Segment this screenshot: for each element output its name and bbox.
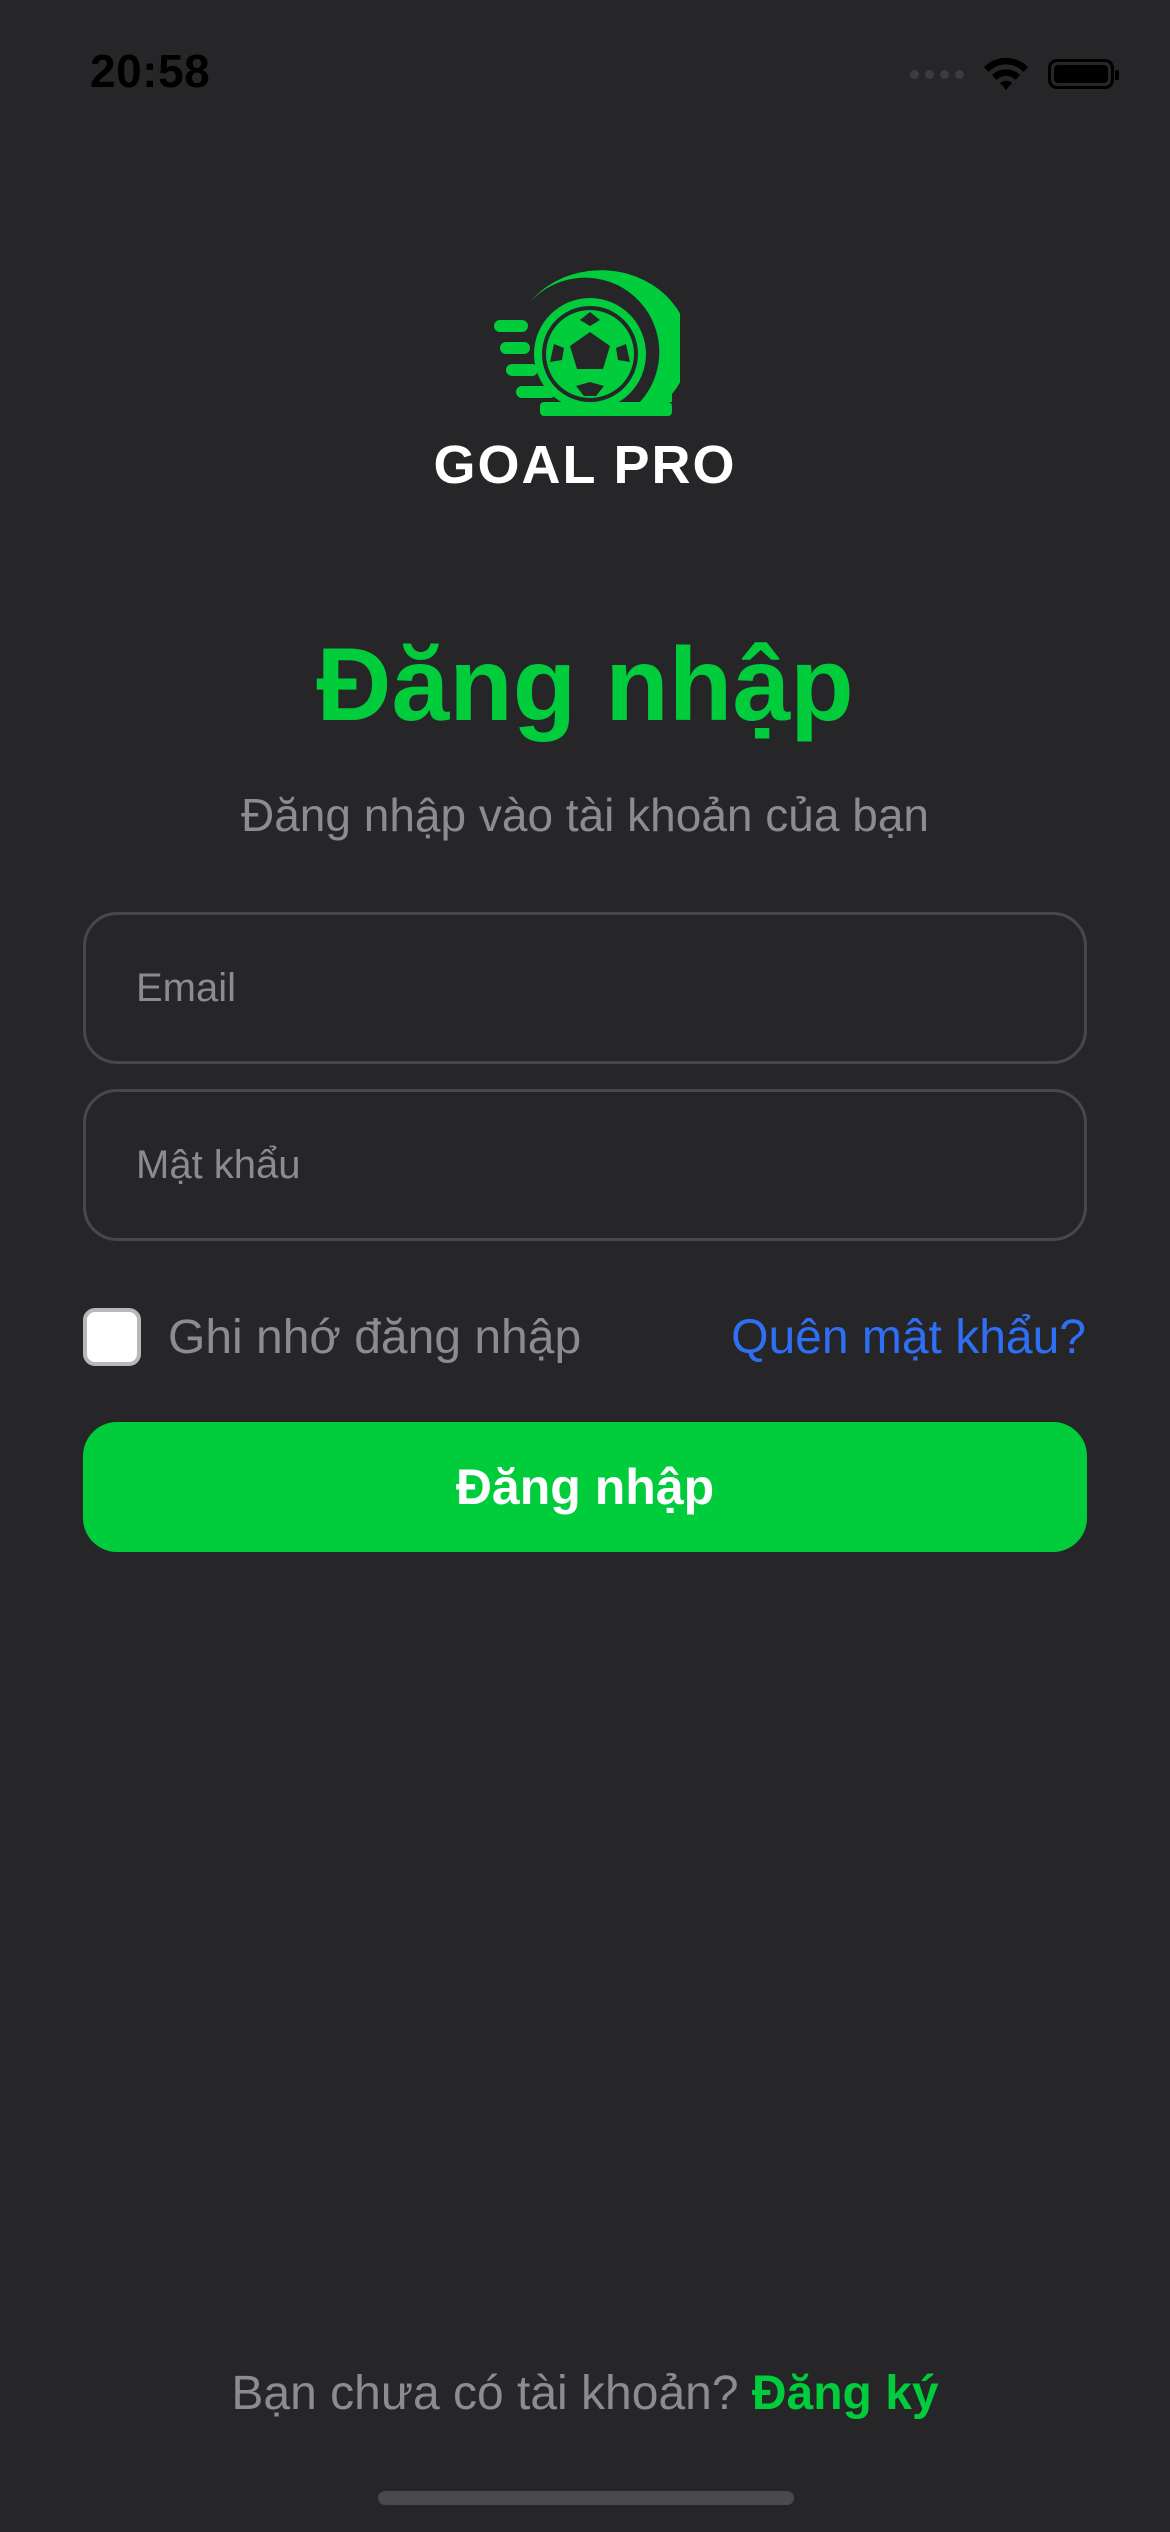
page-title: Đăng nhập: [316, 627, 854, 743]
signup-link[interactable]: Đăng ký: [752, 2367, 939, 2420]
home-indicator[interactable]: [378, 2491, 794, 2505]
page-subtitle: Đăng nhập vào tài khoản của bạn: [241, 789, 929, 841]
wifi-icon: [984, 57, 1028, 90]
login-button[interactable]: Đăng nhập: [83, 1422, 1087, 1552]
email-field-container: [83, 912, 1087, 1064]
remember-checkbox[interactable]: [83, 1308, 141, 1366]
soccer-ball-logo-icon: [494, 270, 680, 416]
email-field[interactable]: [86, 915, 1084, 1061]
status-time: 20:58: [90, 45, 211, 97]
battery-icon: [1048, 59, 1119, 89]
remember-label[interactable]: Ghi nhớ đăng nhập: [168, 1310, 581, 1365]
password-field[interactable]: [86, 1092, 1084, 1238]
signup-question: Bạn chưa có tài khoản?: [231, 2367, 752, 2420]
forgot-password-link[interactable]: Quên mật khẩu?: [731, 1310, 1086, 1365]
status-icons: [910, 54, 1119, 94]
logo-text: GOAL PRO: [433, 435, 737, 495]
signup-prompt: Bạn chưa có tài khoản? Đăng ký: [0, 2366, 1170, 2421]
password-field-container: [83, 1089, 1087, 1241]
cellular-signal-icon: [910, 69, 964, 79]
